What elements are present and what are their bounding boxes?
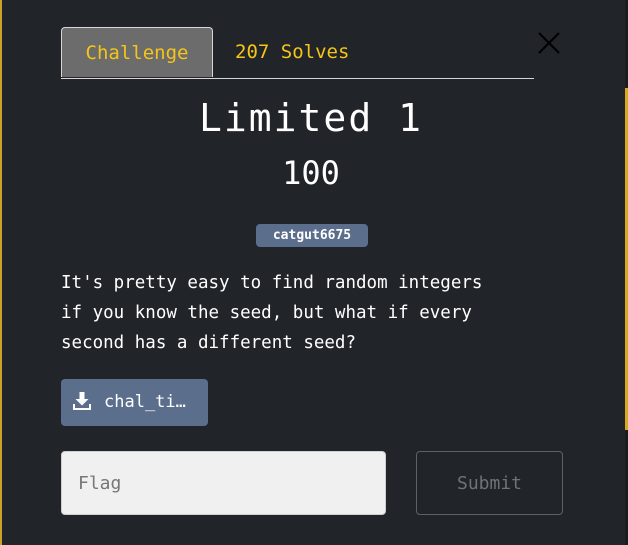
download-icon xyxy=(73,392,91,410)
challenge-points: 100 xyxy=(282,154,340,192)
flag-input[interactable] xyxy=(61,451,386,515)
challenge-modal: Challenge 207 Solves Limited 1 100 catgu… xyxy=(0,0,628,545)
close-button[interactable] xyxy=(536,30,562,56)
challenge-title: Limited 1 xyxy=(199,96,423,140)
download-file-button[interactable]: chal_ti… xyxy=(61,379,208,426)
challenge-description: It's pretty easy to find random integers… xyxy=(61,273,483,353)
file-name-label: chal_ti… xyxy=(104,392,186,412)
author-badge: catgut6675 xyxy=(256,224,368,247)
close-icon xyxy=(538,32,560,54)
left-border xyxy=(0,0,2,545)
tab-solves[interactable]: 207 Solves xyxy=(235,27,349,77)
tab-challenge[interactable]: Challenge xyxy=(61,27,213,77)
tab-bar: Challenge 207 Solves xyxy=(61,27,534,79)
submit-button[interactable]: Submit xyxy=(416,451,563,515)
